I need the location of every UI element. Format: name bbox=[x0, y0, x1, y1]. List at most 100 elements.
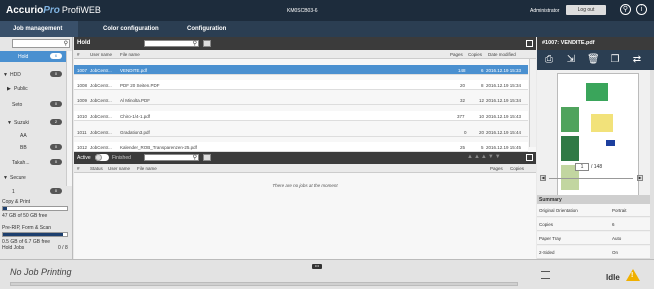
prev-page-button[interactable]: ◀ bbox=[540, 175, 546, 181]
cell-num: 1011 bbox=[77, 130, 87, 135]
sidebar-item-hdd[interactable]: ▼ HDD 0 bbox=[0, 69, 66, 80]
sidebar-item-label: Takah... bbox=[12, 160, 30, 166]
hold-jobs-label: Hold Jobs bbox=[2, 245, 25, 251]
search-icon[interactable]: ⚲ bbox=[193, 40, 197, 47]
thumb-image-1 bbox=[561, 107, 579, 132]
sidebar-item-label: Seto bbox=[12, 102, 23, 108]
sidebar-item-seto[interactable]: Seto 0 bbox=[0, 99, 66, 110]
cell-date: 2016.12.19 15:33 bbox=[486, 68, 522, 73]
copy-icon[interactable]: ❐ bbox=[609, 54, 621, 66]
expand-icon[interactable]: ▼ bbox=[3, 175, 8, 181]
sidebar-item-hold[interactable]: Hold 6 bbox=[0, 51, 66, 62]
next-page-button[interactable]: ▶ bbox=[637, 175, 643, 181]
cell-file: Gradation3.pdf bbox=[120, 130, 150, 135]
cell-user: JobCentr... bbox=[90, 83, 112, 88]
col-user[interactable]: User name bbox=[90, 52, 112, 57]
sidebar-scrollbar[interactable] bbox=[66, 51, 72, 186]
col-user[interactable]: User name bbox=[108, 166, 130, 171]
print-icon[interactable]: ⎙ bbox=[543, 54, 555, 66]
table-row[interactable]: 1007 JobCentr... VENDITE.pdf 148 6 2016.… bbox=[74, 65, 528, 75]
cell-pages: 0 bbox=[464, 130, 467, 135]
col-copies[interactable]: Copies bbox=[468, 52, 482, 57]
table-row[interactable]: 1012 JobCentr... Kalender_ROB_Transparen… bbox=[74, 142, 528, 152]
user-search-icon[interactable]: ⚲ bbox=[620, 4, 631, 15]
logo-product: ProfiWEB bbox=[61, 5, 101, 15]
maximize-icon[interactable] bbox=[526, 40, 533, 47]
col-date[interactable]: Date modified bbox=[488, 52, 516, 57]
thumb-image-2 bbox=[561, 136, 579, 161]
table-row[interactable]: 1011 JobCentr... Gradation3.pdf 0 20 201… bbox=[74, 127, 528, 137]
hold-header: Hold ⚲ bbox=[74, 37, 536, 50]
prerip-label: Pre-RIP, Form & Scan bbox=[2, 225, 52, 231]
search-icon[interactable]: ⚲ bbox=[64, 40, 68, 47]
hold-search-input[interactable]: ⚲ bbox=[144, 40, 199, 47]
table-row[interactable]: 1008 JobCentr... PDF 20 Seiten.PDF 20 8 … bbox=[74, 80, 528, 90]
sidebar-item-suzuki[interactable]: ▼ Suzuki 2 bbox=[0, 117, 66, 128]
tab-color-configuration[interactable]: Color configuration bbox=[103, 26, 159, 32]
expand-icon[interactable]: ▶ bbox=[7, 86, 11, 92]
sidebar-item-public[interactable]: ▶ Public bbox=[0, 83, 66, 94]
cell-user: JobCentr... bbox=[90, 130, 112, 135]
tab-configuration[interactable]: Configuration bbox=[187, 26, 226, 32]
tab-job-management[interactable]: Job management bbox=[13, 26, 62, 32]
hold-scrollbar[interactable] bbox=[529, 59, 536, 147]
preview-panel: #1007: VENDITE.pdf ⎙ ⇲ 🗑 ❐ ⇄ bbox=[537, 37, 654, 259]
expand-icon[interactable]: ▼ bbox=[3, 72, 8, 78]
cell-copies: 8 bbox=[481, 83, 484, 88]
cell-num: 1008 bbox=[77, 83, 88, 88]
calendar-icon[interactable] bbox=[203, 154, 211, 161]
sidebar-item-takah[interactable]: Takah... 0 bbox=[0, 157, 66, 168]
maximize-icon[interactable] bbox=[526, 154, 533, 161]
table-row[interactable]: 1009 JobCentr... Al Minolta.PDF 32 12 20… bbox=[74, 95, 528, 105]
col-pages[interactable]: Pages bbox=[450, 52, 463, 57]
sidebar-item-1[interactable]: 1 0 bbox=[0, 186, 66, 197]
preview-toolbar: ⎙ ⇲ 🗑 ❐ ⇄ bbox=[537, 50, 654, 70]
move-icon[interactable]: ⇄ bbox=[631, 54, 643, 66]
table-row[interactable]: 1010 JobCentr... Chiro-1/4-1.pdf 377 10 … bbox=[74, 111, 528, 121]
logout-button[interactable]: Log out bbox=[566, 5, 606, 15]
thumb-green-block bbox=[586, 83, 608, 101]
preview-header: #1007: VENDITE.pdf bbox=[537, 37, 654, 50]
cell-copies: 6 bbox=[481, 68, 484, 73]
col-copies[interactable]: Copies bbox=[510, 166, 524, 171]
minimize-icon[interactable] bbox=[541, 271, 550, 272]
cell-pages: 32 bbox=[460, 98, 466, 103]
sidebar-item-secure[interactable]: ▼ Secure bbox=[0, 172, 66, 183]
cell-user: JobCentr... bbox=[90, 114, 112, 119]
cell-num: 1007 bbox=[77, 68, 88, 73]
info-icon[interactable]: i bbox=[636, 4, 647, 15]
cell-file: Al Minolta.PDF bbox=[120, 98, 151, 103]
warning-icon[interactable]: ! bbox=[626, 269, 640, 281]
logo-brand: Accurio bbox=[6, 5, 44, 16]
col-status[interactable]: Status bbox=[90, 166, 103, 171]
cell-num: 1012 bbox=[77, 145, 88, 150]
finished-toggle[interactable] bbox=[95, 154, 109, 161]
cell-file: Kalender_ROB_Transparenzen-25.pdf bbox=[120, 145, 197, 150]
expand-icon[interactable]: ▼ bbox=[7, 120, 12, 126]
search-icon[interactable]: ⚲ bbox=[193, 154, 197, 161]
cell-user: JobCentr... bbox=[90, 98, 112, 103]
col-num[interactable]: # bbox=[77, 52, 80, 57]
hold-jobs-value: 0 / 8 bbox=[58, 245, 68, 251]
calendar-icon[interactable] bbox=[203, 40, 211, 47]
sidebar-item-bb[interactable]: BB 0 bbox=[0, 142, 66, 153]
col-num[interactable]: # bbox=[77, 166, 80, 171]
count-badge: 0 bbox=[50, 144, 62, 150]
empty-message: There are no jobs at the moment bbox=[272, 183, 338, 188]
active-search-input[interactable]: ⚲ bbox=[144, 154, 199, 161]
sidebar-item-aa[interactable]: AA bbox=[0, 130, 66, 141]
delete-icon[interactable]: 🗑 bbox=[587, 54, 600, 66]
page-slider[interactable] bbox=[549, 178, 633, 179]
expand-handle[interactable]: ••• bbox=[312, 264, 322, 269]
col-pages[interactable]: Pages bbox=[490, 166, 503, 171]
export-icon[interactable]: ⇲ bbox=[565, 54, 577, 66]
col-file[interactable]: File name bbox=[137, 166, 157, 171]
reorder-arrows-icon[interactable]: ▲▲▲▼▼ bbox=[467, 154, 502, 160]
sidebar-search-input[interactable]: ⚲ bbox=[12, 39, 70, 48]
progress-track bbox=[10, 282, 518, 286]
cell-copies: 20 bbox=[479, 130, 485, 135]
page-number-input[interactable]: 1 bbox=[575, 163, 589, 171]
toggle-knob[interactable] bbox=[95, 154, 102, 161]
col-file[interactable]: File name bbox=[120, 52, 140, 57]
active-column-header: # Status User name File name Pages Copie… bbox=[74, 164, 536, 173]
